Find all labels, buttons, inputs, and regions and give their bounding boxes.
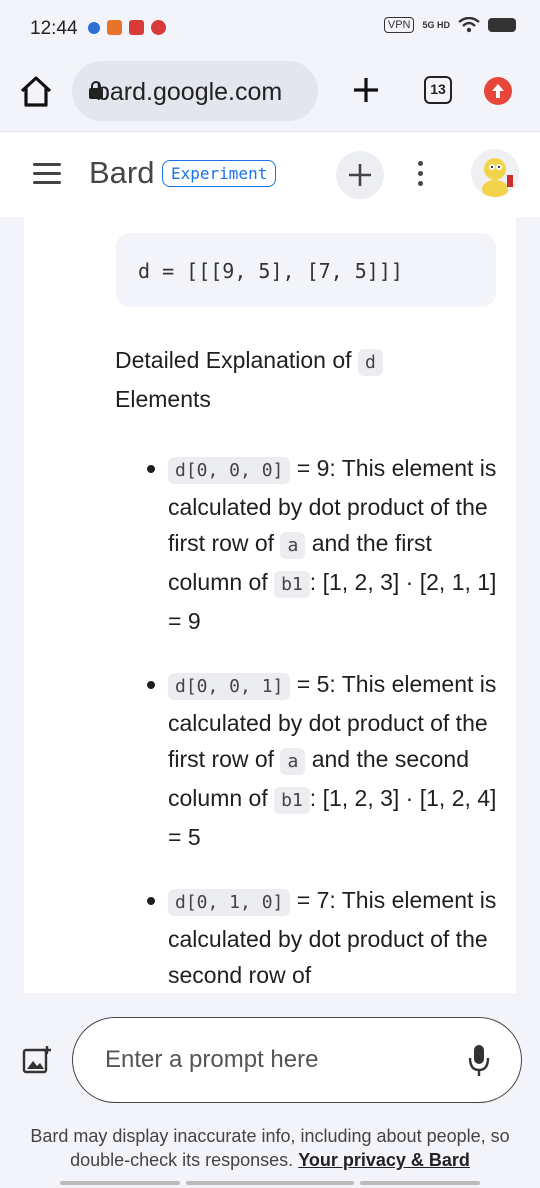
avatar[interactable] xyxy=(471,149,519,197)
app-title: Bard xyxy=(89,155,155,190)
inline-code: d[0, 1, 0] xyxy=(168,889,291,916)
code-line: d = [[[9, 5], [7, 5]]] xyxy=(138,259,403,283)
inline-code: d[0, 0, 1] xyxy=(168,673,291,700)
inline-code: a xyxy=(280,748,306,775)
nav-handle xyxy=(186,1181,354,1185)
tabs-icon[interactable]: 13 xyxy=(424,76,452,104)
new-tab-plus-icon[interactable] xyxy=(348,72,384,108)
list-item: d[0, 0, 1] = 5: This element is calculat… xyxy=(147,666,498,855)
bullet-dot xyxy=(147,465,155,473)
app-header: Bard Experiment xyxy=(0,133,540,217)
prompt-input[interactable]: Enter a prompt here xyxy=(72,1017,522,1103)
code-block: d = [[[9, 5], [7, 5]]] xyxy=(116,233,496,307)
address-bar[interactable]: bard.google.com xyxy=(72,61,318,121)
privacy-link[interactable]: Your privacy & Bard xyxy=(298,1150,470,1170)
nav-handle xyxy=(60,1181,180,1185)
url-text[interactable]: bard.google.com xyxy=(96,78,282,107)
list-item: d[0, 1, 0] = 7: This element is calculat… xyxy=(147,882,498,993)
paw-notification-icon xyxy=(88,22,100,34)
new-chat-icon xyxy=(349,164,371,186)
update-icon[interactable] xyxy=(484,77,512,105)
signal-icon: 5G HD xyxy=(422,19,450,30)
app-notification-icon xyxy=(107,20,122,35)
inline-code: b1 xyxy=(274,571,310,598)
status-time: 12:44 xyxy=(30,18,78,39)
mic-icon[interactable] xyxy=(467,1043,491,1079)
battery-icon xyxy=(488,18,516,32)
prompt-placeholder[interactable]: Enter a prompt here xyxy=(105,1046,318,1074)
experiment-badge: Experiment xyxy=(162,160,277,187)
inline-code: a xyxy=(280,532,306,559)
list-item: d[0, 0, 0] = 9: This element is calculat… xyxy=(147,450,498,639)
wifi-icon xyxy=(458,17,480,33)
new-chat-button[interactable] xyxy=(336,151,384,199)
bullet-dot xyxy=(147,681,155,689)
inline-code: d[0, 0, 0] xyxy=(168,457,291,484)
menu-icon[interactable] xyxy=(33,163,61,185)
heading-code: d xyxy=(357,349,383,376)
vpn-indicator: VPN xyxy=(383,17,415,33)
response-card: d = [[[9, 5], [7, 5]]] Detailed Explanat… xyxy=(24,217,516,993)
app-notification-icon-2 xyxy=(129,20,144,35)
system-status: VPN 5G HD xyxy=(383,17,516,33)
add-image-icon[interactable] xyxy=(22,1045,52,1075)
disclaimer: Bard may display inaccurate info, includ… xyxy=(0,1124,540,1172)
prompt-area: Enter a prompt here Bard may display ina… xyxy=(0,993,540,1188)
more-vert-icon[interactable] xyxy=(410,158,430,190)
status-bar: 12:44 VPN 5G HD xyxy=(0,0,540,58)
inline-code: b1 xyxy=(274,787,310,814)
heading-suffix: Elements xyxy=(115,386,211,412)
heading-text: Detailed Explanation of xyxy=(115,347,352,373)
section-heading: Detailed Explanation of d Elements xyxy=(115,342,475,417)
browser-toolbar: bard.google.com 13 xyxy=(0,58,540,132)
notification-icons xyxy=(88,20,166,35)
home-icon[interactable] xyxy=(18,74,54,110)
nav-handle xyxy=(360,1181,480,1185)
face-notification-icon xyxy=(151,20,166,35)
bullet-dot xyxy=(147,897,155,905)
